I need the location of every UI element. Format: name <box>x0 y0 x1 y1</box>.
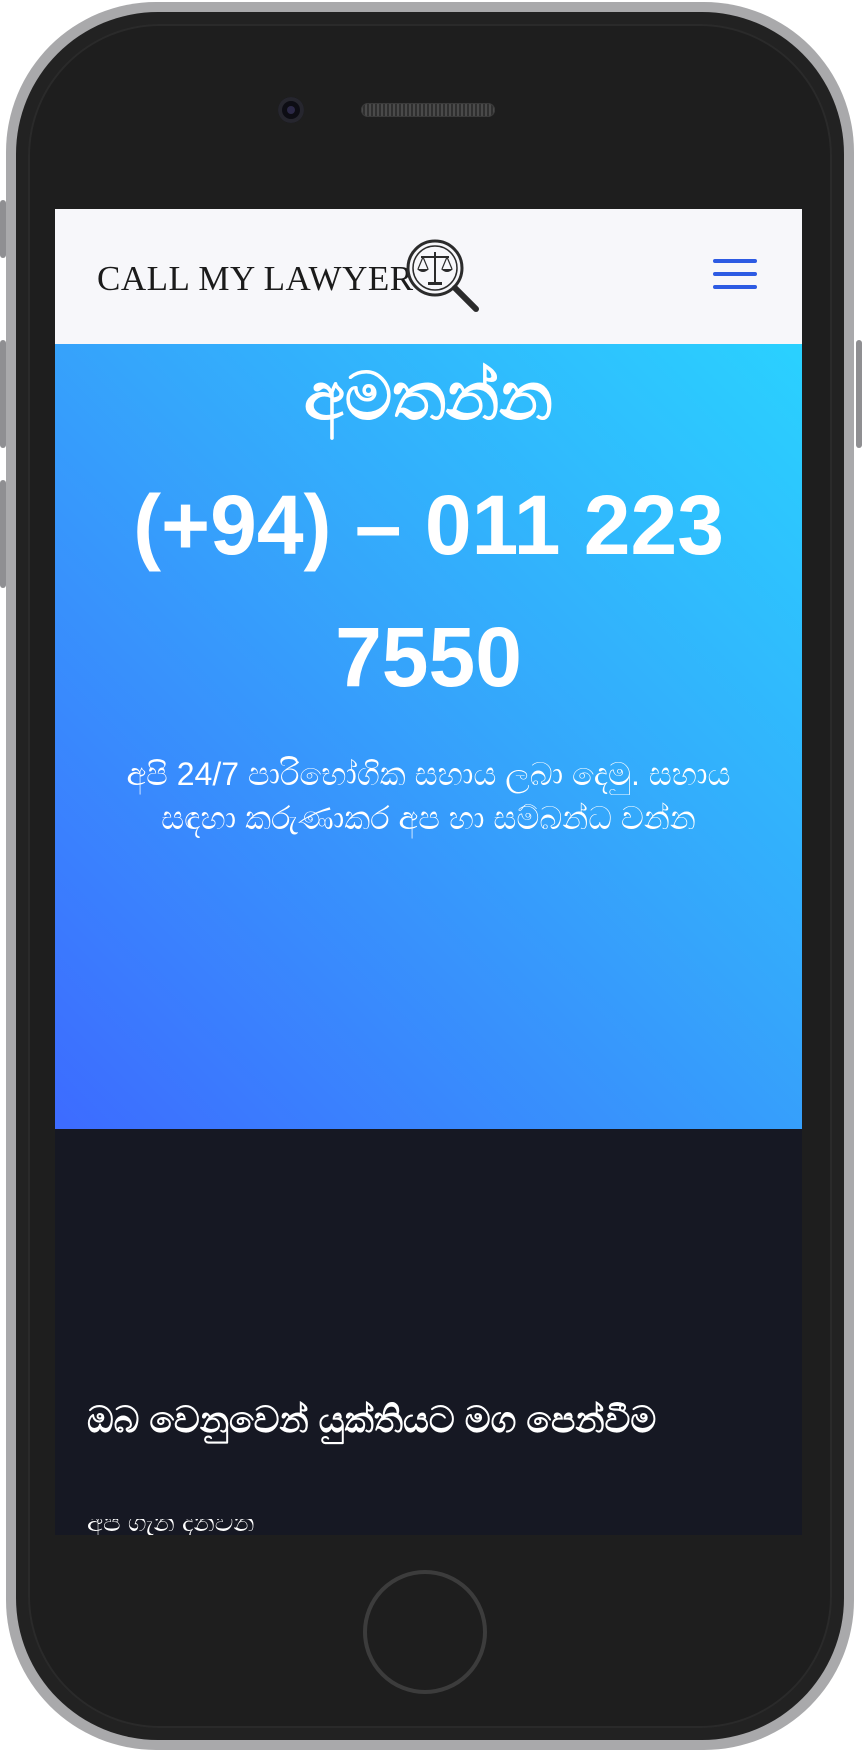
silent-switch <box>0 200 6 258</box>
site-header: CALL MY LAWYER <box>55 209 802 344</box>
scales-magnifier-logo-icon <box>406 239 479 312</box>
hero-phone-number[interactable]: (+94) – 011 223 7550 <box>85 459 772 723</box>
hero-section: අමතන්න (+94) – 011 223 7550 අපි 24/7 පාර… <box>55 344 802 1129</box>
hero-heading: අමතන්න <box>304 359 553 433</box>
hamburger-menu-icon[interactable] <box>713 259 757 295</box>
menu-bar-middle <box>713 272 757 276</box>
section-title: ඔබ වෙනුවෙන් යුක්තියට මග පෙන්වීම <box>87 1399 657 1440</box>
earpiece-speaker <box>361 103 495 117</box>
phone-screen: CALL MY LAWYER අමතන්න (+94) – 011 223 75… <box>55 209 802 1535</box>
front-camera <box>278 97 304 123</box>
volume-down-button <box>0 480 6 588</box>
justice-section: ඔබ වෙනුවෙන් යුක්තියට මග පෙන්වීම අපි ගැන … <box>55 1129 802 1535</box>
volume-up-button <box>0 340 6 448</box>
section-partial-text-clip: අපි ගැන දන්වන් <box>87 1519 387 1535</box>
hero-subtitle: අපි 24/7 පාරිභෝගික සහාය ලබා දෙමු. සහාය ස… <box>126 756 731 836</box>
logo-text[interactable]: CALL MY LAWYER <box>97 259 414 299</box>
menu-bar-top <box>713 259 757 263</box>
menu-bar-bottom <box>713 285 757 289</box>
home-button[interactable] <box>363 1570 487 1694</box>
section-partial-text: අපි ගැන දන්වන් <box>87 1519 255 1535</box>
power-button <box>856 340 862 448</box>
